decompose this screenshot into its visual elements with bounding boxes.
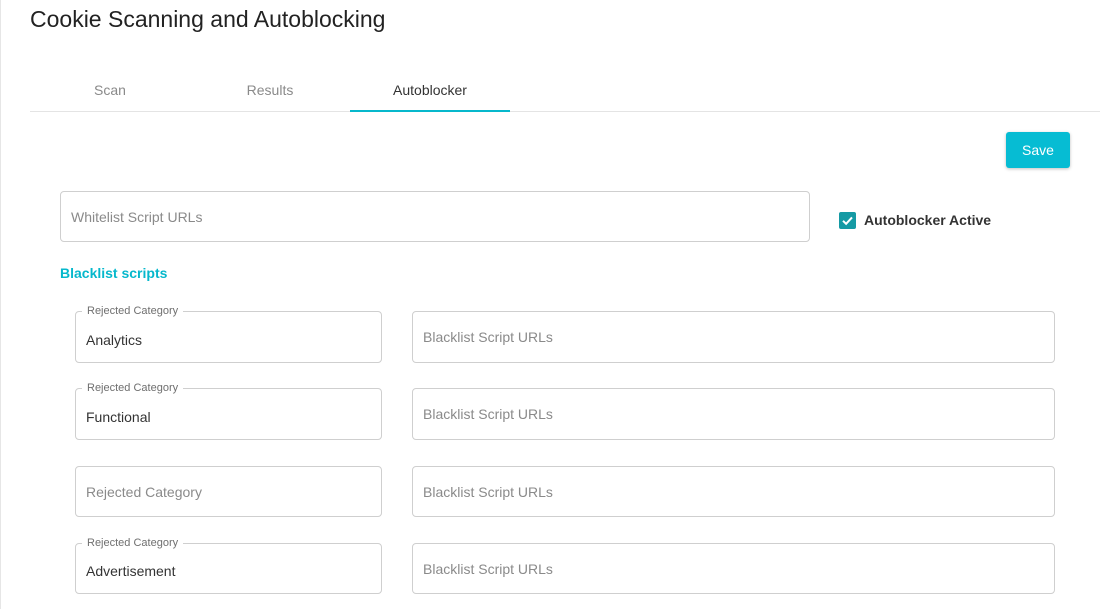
tab-bar: Scan Results Autoblocker — [30, 68, 1100, 112]
blacklist-url-input[interactable] — [413, 389, 1054, 439]
blacklist-url-input[interactable] — [413, 467, 1054, 516]
blacklist-url-field — [412, 388, 1055, 440]
tab-autoblocker[interactable]: Autoblocker — [350, 68, 510, 112]
tab-results[interactable]: Results — [190, 68, 350, 111]
blacklist-url-input[interactable] — [413, 312, 1054, 362]
rejected-category-select[interactable]: Rejected Category — [75, 466, 382, 517]
rejected-category-value: Functional — [86, 409, 151, 425]
blacklist-url-field — [412, 543, 1055, 594]
rejected-category-label: Rejected Category — [82, 537, 184, 550]
rejected-category-select[interactable]: Rejected Category Analytics — [75, 305, 382, 363]
rejected-category-select[interactable]: Rejected Category Advertisement — [75, 537, 382, 594]
rejected-category-placeholder: Rejected Category — [86, 483, 202, 500]
blacklist-url-field — [412, 466, 1055, 517]
rejected-category-value: Advertisement — [86, 563, 176, 579]
autoblocker-active-toggle[interactable]: Autoblocker Active — [839, 211, 991, 229]
rejected-category-label: Rejected Category — [82, 382, 184, 395]
autoblocker-active-label: Autoblocker Active — [864, 212, 992, 228]
rejected-category-value: Analytics — [86, 332, 143, 348]
page-title: Cookie Scanning and Autoblocking — [30, 6, 386, 32]
whitelist-field — [60, 191, 810, 242]
page: Cookie Scanning and Autoblocking Scan Re… — [0, 0, 1117, 609]
check-icon — [842, 216, 853, 225]
tab-scan[interactable]: Scan — [30, 68, 190, 111]
blacklist-url-field — [412, 311, 1055, 363]
rejected-category-label: Rejected Category — [82, 305, 184, 318]
blacklist-heading: Blacklist scripts — [60, 265, 168, 281]
autoblocker-checkbox[interactable] — [839, 211, 856, 229]
blacklist-url-input[interactable] — [413, 544, 1054, 593]
rejected-category-select[interactable]: Rejected Category Functional — [75, 382, 382, 440]
whitelist-input[interactable] — [61, 192, 809, 241]
save-button[interactable]: Save — [1006, 132, 1070, 168]
